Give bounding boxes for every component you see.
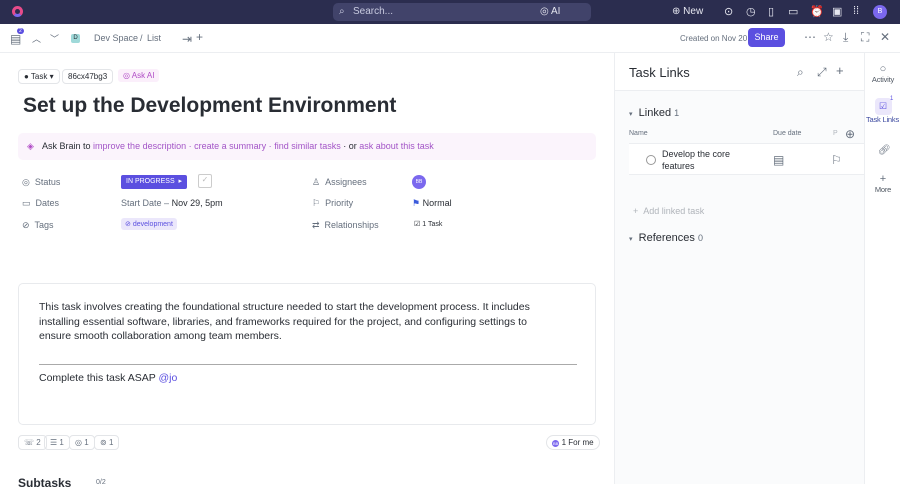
activity-icon: ○ xyxy=(879,63,887,75)
plus-icon: + xyxy=(879,173,887,185)
task-type-dropdown[interactable]: ● Task ▾ xyxy=(18,69,60,84)
task-id[interactable]: 86cx47bg3 xyxy=(62,69,114,84)
status-button[interactable]: IN PROGRESS ▸ xyxy=(121,175,188,189)
app-logo-icon[interactable] xyxy=(12,6,23,17)
calls-count[interactable]: ☏ 2 xyxy=(18,435,47,450)
expand-icon[interactable]: ⛶ xyxy=(861,30,869,45)
add-icon[interactable]: + xyxy=(836,63,844,78)
for-me-button[interactable]: BB 1 For me xyxy=(546,435,600,450)
task-links-tab[interactable]: ☑ 1 Task Links xyxy=(865,96,900,124)
add-icon[interactable]: + xyxy=(196,30,203,44)
tag-development[interactable]: ⊘ development xyxy=(121,218,177,230)
brain-icon: ◈ xyxy=(27,141,34,151)
attachments-count[interactable]: ⊚ 1 xyxy=(94,435,120,450)
close-icon[interactable]: ✕ xyxy=(880,30,890,44)
assignee-avatar[interactable]: BB xyxy=(412,175,426,189)
column-priority: P xyxy=(833,130,838,137)
activity-label: Activity xyxy=(871,75,895,84)
divider xyxy=(39,364,577,365)
more-tab[interactable]: + More xyxy=(865,173,900,194)
checklist-count[interactable]: ☰ 1 xyxy=(44,435,70,450)
priority-value[interactable]: ⚑ Normal xyxy=(412,198,452,209)
create-summary-link[interactable]: create a summary xyxy=(194,141,266,151)
status-label: ◎ Status xyxy=(22,177,61,187)
task-links-label: Task Links xyxy=(865,115,899,124)
improve-description-link[interactable]: improve the description xyxy=(93,141,186,151)
column-name: Name xyxy=(629,130,648,137)
mention-link[interactable]: @jo xyxy=(158,372,177,384)
description-editor[interactable]: This task involves creating the foundati… xyxy=(18,283,596,425)
task-links-badge: 1 xyxy=(890,96,894,102)
ask-ai-button[interactable]: ◎ Ask AI xyxy=(118,69,160,82)
search-icon: ⌕ xyxy=(339,6,345,17)
apps-icon[interactable]: ⁞⁞ xyxy=(853,5,859,17)
check-icon[interactable]: ⊙ xyxy=(724,5,733,18)
expand-icon[interactable]: ⤢ xyxy=(817,65,827,80)
chevron-down-icon[interactable]: ﹀ xyxy=(50,32,59,45)
dates-value[interactable]: Start Date – Nov 29, 5pm xyxy=(121,198,223,208)
subtasks-heading: Subtasks xyxy=(18,476,72,490)
due-date-icon[interactable]: ▤ xyxy=(773,153,784,167)
task-links-icon: ☑ xyxy=(874,98,892,115)
relationships-value[interactable]: ☑ 1 Task xyxy=(414,220,442,228)
search-icon[interactable]: ⌕ xyxy=(797,65,804,80)
column-due-date: Due date xyxy=(773,130,802,137)
chart-icon[interactable]: ▣ xyxy=(832,5,842,18)
download-icon[interactable]: ⤓ xyxy=(843,30,848,45)
space-icon: D xyxy=(71,34,80,43)
more-icon[interactable]: ⋯ xyxy=(804,30,816,44)
dates-label: ▭ Dates xyxy=(22,198,60,208)
sidebar-toggle-icon[interactable]: ▤ xyxy=(10,32,21,46)
top-bar: ⌕ Search... ◎ AI ⊕ New ⊙ ◷ ▯ ▭ ⏰ ▣ ⁞⁞ B xyxy=(0,0,900,24)
link-icon[interactable]: 🔗︎ xyxy=(878,145,891,156)
ask-brain-bar: ◈ Ask Brain to improve the description ·… xyxy=(18,133,596,160)
clipboard-icon[interactable]: ▯ xyxy=(768,5,774,18)
notification-badge: 2 xyxy=(17,28,24,34)
created-date: Created on Nov 20 xyxy=(680,34,748,43)
add-linked-task-button[interactable]: + Add linked task xyxy=(633,206,704,216)
linked-task-row[interactable]: Develop the core features ▤ ⚐ xyxy=(629,143,865,175)
move-icon[interactable]: ⇥ xyxy=(182,32,192,46)
find-similar-link[interactable]: find similar tasks xyxy=(274,141,341,151)
task-title[interactable]: Set up the Development Environment xyxy=(23,94,396,118)
ai-button[interactable]: ◎ AI xyxy=(540,6,560,17)
relationships-label: ⇄ Relationships xyxy=(312,220,379,230)
breadcrumb-separator: / xyxy=(140,33,143,43)
references-section-toggle[interactable]: ▾ References 0 xyxy=(629,232,703,244)
breadcrumb-list[interactable]: List xyxy=(147,33,161,43)
mentions-count[interactable]: ◎ 1 xyxy=(69,435,95,450)
activity-tab[interactable]: ○ Activity xyxy=(865,63,900,84)
new-button[interactable]: ⊕ New xyxy=(672,6,703,17)
tags-label: ⊘ Tags xyxy=(22,220,54,230)
chevron-up-icon[interactable]: ︿ xyxy=(32,32,41,45)
add-column-icon[interactable]: ⊕ xyxy=(845,127,855,141)
task-status-circle[interactable] xyxy=(646,155,656,165)
description-text[interactable]: This task involves creating the foundati… xyxy=(39,300,551,344)
right-rail: ○ Activity ☑ 1 Task Links 🔗︎ + More xyxy=(864,53,900,484)
description-note[interactable]: Complete this task ASAP @jo xyxy=(39,372,177,384)
task-links-panel: Task Links ⌕ ⤢ + ▾ Linked 1 Name Due dat… xyxy=(614,53,865,484)
breadcrumb-space[interactable]: Dev Space xyxy=(94,33,138,43)
priority-flag-icon[interactable]: ⚐ xyxy=(831,153,842,167)
assignees-label: ♙ Assignees xyxy=(312,177,367,187)
linked-task-name[interactable]: Develop the core features xyxy=(662,148,742,172)
task-header-bar: ▤ 2 ︿ ﹀ D Dev Space / List ⇥ + Created o… xyxy=(0,24,900,53)
timer-icon[interactable]: ◷ xyxy=(746,5,756,18)
more-label: More xyxy=(874,185,892,194)
priority-label: ⚐ Priority xyxy=(312,198,354,208)
ask-about-link[interactable]: ask about this task xyxy=(359,141,434,151)
user-avatar[interactable]: B xyxy=(873,5,887,19)
subtasks-count: 0/2 xyxy=(96,479,106,486)
complete-checkbox[interactable]: ✓ xyxy=(198,174,212,188)
alarm-icon[interactable]: ⏰ xyxy=(810,5,824,18)
panel-title: Task Links xyxy=(629,65,690,80)
share-button[interactable]: Share xyxy=(748,28,785,47)
linked-section-toggle[interactable]: ▾ Linked 1 xyxy=(629,107,679,119)
video-icon[interactable]: ▭ xyxy=(788,5,798,18)
star-icon[interactable]: ☆ xyxy=(823,30,834,44)
